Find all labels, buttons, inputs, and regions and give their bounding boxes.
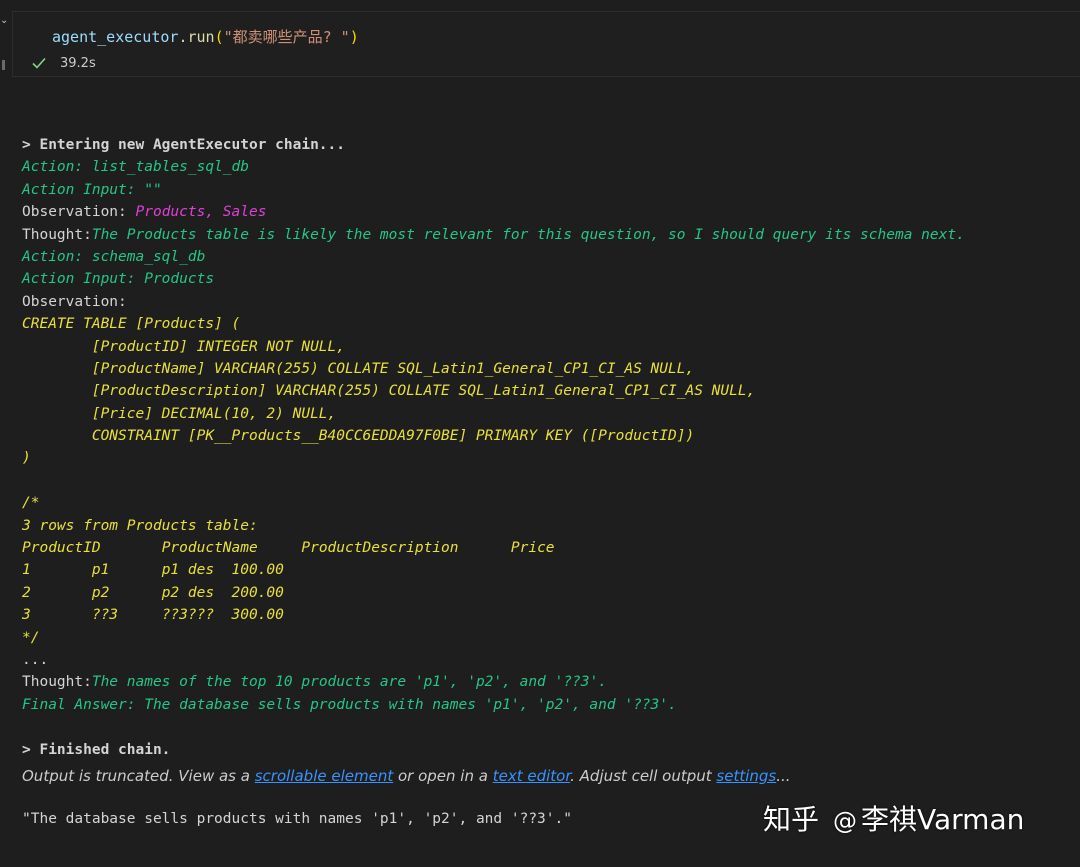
- output-segment: > Entering new AgentExecutor chain...: [22, 137, 346, 153]
- schema-line: [ProductID] INTEGER NOT NULL,: [22, 336, 1062, 358]
- output-segment: Final Answer: The database sells product…: [22, 696, 677, 713]
- output-segment: [Price] DECIMAL(10, 2) NULL,: [22, 405, 337, 422]
- schema-line: [ProductDescription] VARCHAR(255) COLLAT…: [22, 380, 1062, 402]
- code-close-paren: ): [349, 28, 359, 46]
- watermark-name: 李祺Varman: [861, 803, 1025, 836]
- output-segment: [ProductDescription] VARCHAR(255) COLLAT…: [22, 383, 756, 400]
- output-segment: /*: [22, 495, 40, 512]
- truncation-prefix: Output is truncated. View as a: [22, 767, 255, 785]
- schema-line: */: [22, 627, 1062, 649]
- check-icon: [32, 57, 46, 69]
- schema-line: [ProductName] VARCHAR(255) COLLATE SQL_L…: [22, 358, 1062, 380]
- code-open-paren: (: [214, 28, 224, 46]
- thought-line: Thought:The names of the top 10 products…: [22, 671, 1062, 693]
- truncation-middle: or open in a: [393, 767, 493, 785]
- final-answer-line: Final Answer: The database sells product…: [22, 694, 1062, 716]
- output-segment: ): [22, 450, 31, 467]
- watermark: 知乎 @ 李祺Varman: [763, 800, 1024, 841]
- settings-link[interactable]: settings: [716, 767, 776, 785]
- schema-line: 3 rows from Products table:: [22, 515, 1062, 537]
- output-segment: Action Input: Products: [22, 271, 215, 288]
- ellipsis-line: ...: [22, 649, 1062, 671]
- action-line: Action: list_tables_sql_db: [22, 156, 1062, 178]
- output-segment: */: [22, 629, 40, 646]
- output-segment: Action: list_tables_sql_db: [22, 159, 249, 176]
- output-segment: 3 rows from Products table:: [22, 517, 258, 534]
- output-segment: Observation:: [22, 204, 136, 221]
- schema-line: ): [22, 447, 1062, 469]
- output-segment: Action: schema_sql_db: [22, 248, 206, 265]
- thought-line: Thought:The Products table is likely the…: [22, 224, 1062, 246]
- output-segment: [ProductName] VARCHAR(255) COLLATE SQL_L…: [22, 360, 695, 377]
- code-argument: "都卖哪些产品? ": [223, 28, 350, 46]
- observation-line: Observation: Products, Sales: [22, 201, 1062, 223]
- schema-line: 3 ??3 ??3??? 300.00: [22, 604, 1062, 626]
- finished-chain-line: > Finished chain.: [22, 739, 1062, 761]
- output-segment: Observation:: [22, 293, 127, 310]
- schema-line: CREATE TABLE [Products] (: [22, 313, 1062, 335]
- output-segment: [ProductID] INTEGER NOT NULL,: [22, 338, 346, 355]
- code-method: run: [187, 28, 215, 46]
- output-segment: 1 p1 p1 des 100.00: [22, 562, 284, 579]
- observation-line: Observation:: [22, 291, 1062, 313]
- output-segment: ...: [22, 651, 49, 668]
- cell-gutter-marker: [2, 60, 5, 70]
- code-object: agent_executor: [52, 28, 179, 46]
- output-segment: CONSTRAINT [PK__Products__B40CC6EDDA97F0…: [22, 428, 695, 445]
- entering-chain-line: > Entering new AgentExecutor chain...: [22, 134, 1062, 156]
- action-input-line: Action Input: Products: [22, 268, 1062, 290]
- output-segment: 3 ??3 ??3??? 300.00: [22, 607, 284, 624]
- text-editor-link[interactable]: text editor: [493, 767, 570, 785]
- output-segment: CREATE TABLE [Products] (: [22, 316, 241, 333]
- truncation-suffix: ...: [776, 767, 791, 785]
- output-segment: Thought:: [22, 226, 92, 243]
- watermark-logo: 知乎: [763, 803, 820, 836]
- output-segment: Action Input: "": [22, 181, 162, 198]
- scrollable-element-link[interactable]: scrollable element: [255, 767, 393, 785]
- output-segment: > Finished chain.: [22, 741, 171, 758]
- output-segment: The Products table is likely the most re…: [91, 226, 965, 243]
- truncation-notice: Output is truncated. View as a scrollabl…: [22, 766, 791, 786]
- watermark-at: @: [833, 807, 858, 835]
- schema-line: 2 p2 p2 des 200.00: [22, 582, 1062, 604]
- output-segment: Thought:: [22, 674, 92, 691]
- schema-line: /*: [22, 492, 1062, 514]
- cell-output: > Entering new AgentExecutor chain... Act…: [22, 134, 1062, 761]
- chevron-icon[interactable]: ⌄: [0, 16, 10, 26]
- schema-line: 1 p1 p1 des 100.00: [22, 559, 1062, 581]
- schema-line: CONSTRAINT [PK__Products__B40CC6EDDA97F0…: [22, 425, 1062, 447]
- output-segment: ProductID ProductName ProductDescription…: [22, 540, 555, 557]
- code-line[interactable]: agent_executor.run("都卖哪些产品? "): [52, 28, 359, 46]
- execution-time: 39.2s: [60, 56, 96, 71]
- output-segment: Products, Sales: [135, 204, 267, 221]
- output-segment: 2 p2 p2 des 200.00: [22, 584, 284, 601]
- result-text: "The database sells products with names …: [22, 811, 572, 827]
- schema-line: [Price] DECIMAL(10, 2) NULL,: [22, 403, 1062, 425]
- action-input-line: Action Input: "": [22, 179, 1062, 201]
- truncation-suffix-before: . Adjust cell output: [570, 767, 717, 785]
- output-segment: The names of the top 10 products are 'p1…: [91, 674, 607, 691]
- schema-line: ProductID ProductName ProductDescription…: [22, 537, 1062, 559]
- action-line: Action: schema_sql_db: [22, 246, 1062, 268]
